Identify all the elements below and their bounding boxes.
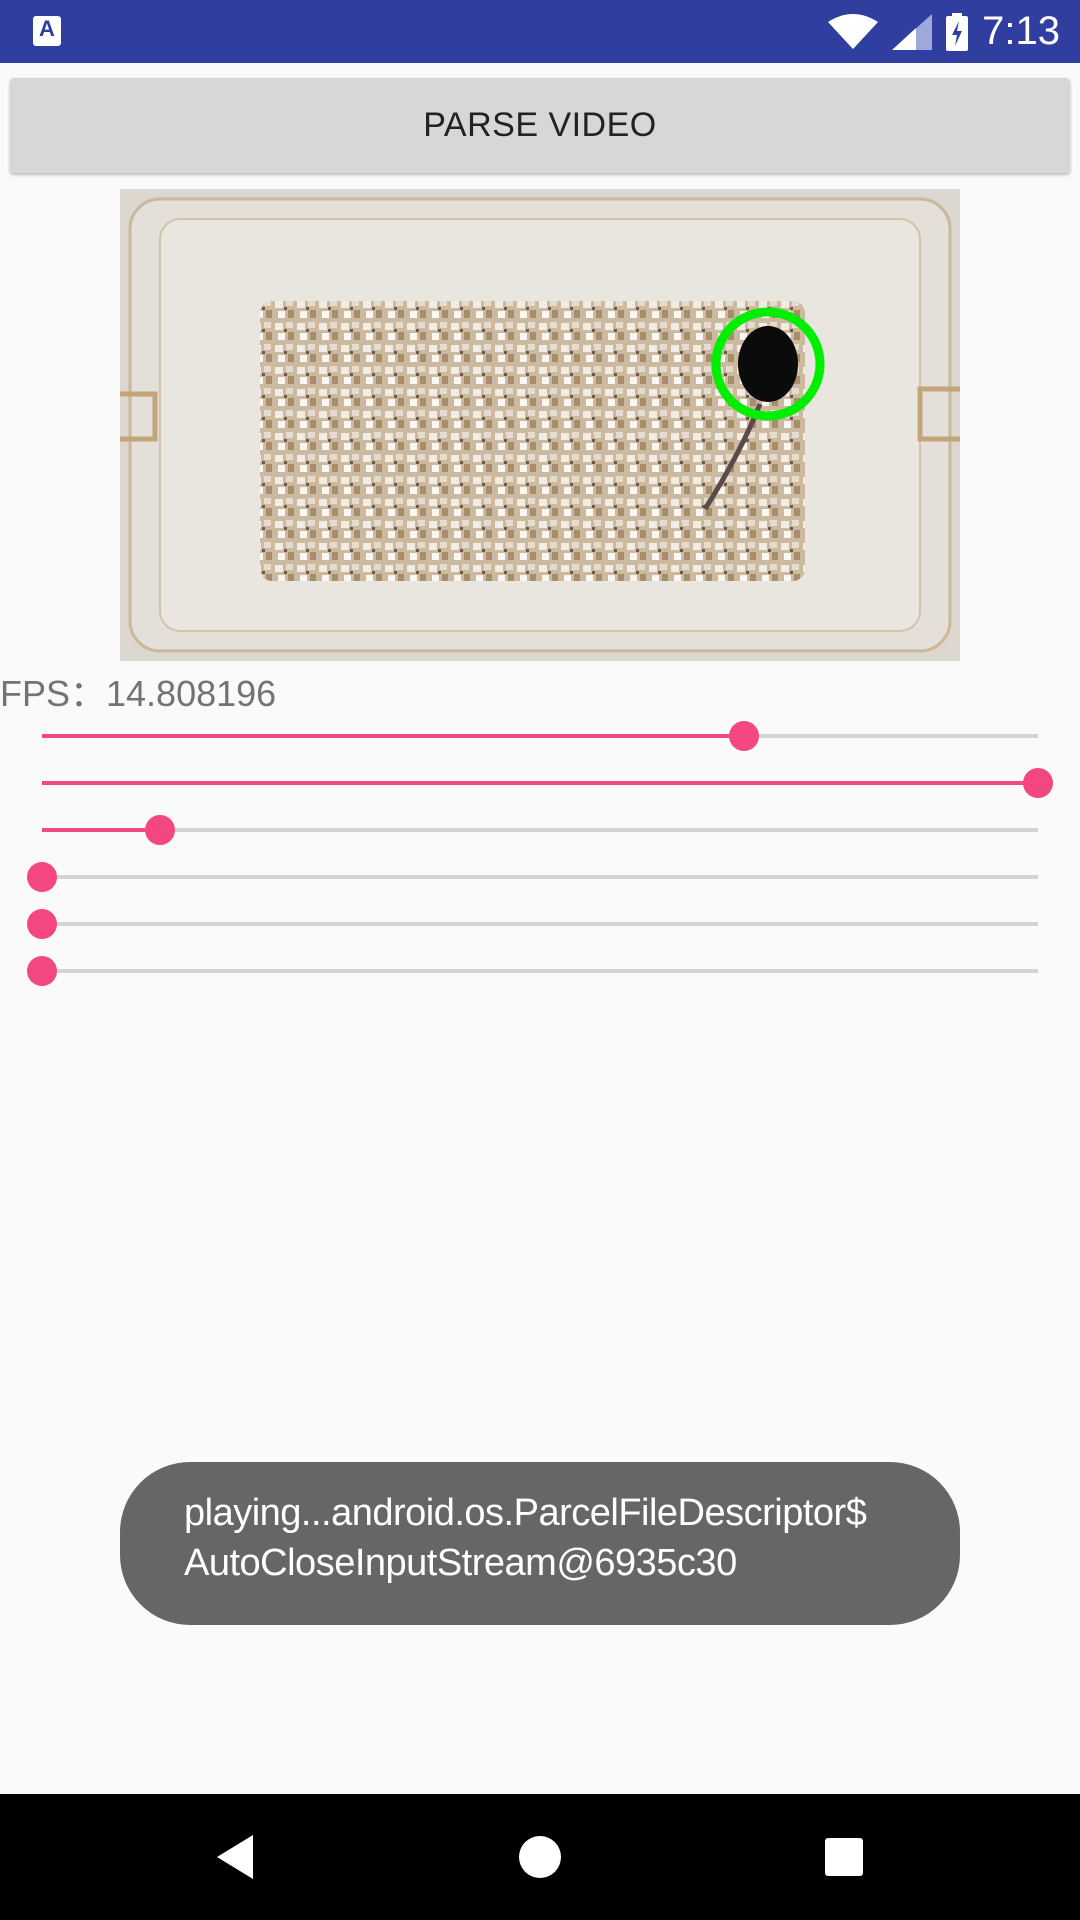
slider-1[interactable] xyxy=(42,716,1038,756)
slider-progress xyxy=(42,781,1038,785)
video-preview xyxy=(120,189,960,661)
fps-value: 14.808196 xyxy=(106,673,277,714)
slider-4[interactable] xyxy=(27,857,1038,897)
slider-track[interactable] xyxy=(42,875,1038,879)
home-icon xyxy=(519,1836,561,1878)
slider-track[interactable] xyxy=(42,969,1038,973)
video-frame-image xyxy=(120,189,960,661)
wifi-icon xyxy=(828,13,879,49)
cell-signal-icon xyxy=(892,13,933,50)
slider-2[interactable] xyxy=(42,763,1053,803)
battery-charging-icon xyxy=(946,12,969,51)
status-bar: A 7:13 xyxy=(0,0,1080,63)
fps-readout: FPS：14.808196 xyxy=(0,665,277,714)
slider-progress xyxy=(42,734,745,738)
slider-thumb[interactable] xyxy=(144,815,175,845)
recents-icon xyxy=(825,1838,863,1876)
slider-6[interactable] xyxy=(27,951,1038,991)
parse-video-button[interactable]: PARSE VIDEO xyxy=(10,78,1070,173)
slider-progress xyxy=(42,828,160,832)
status-time: 7:13 xyxy=(982,9,1060,53)
toast-line-2: AutoCloseInputStream@6935c30 xyxy=(184,1542,737,1584)
slider-thumb[interactable] xyxy=(729,721,760,751)
slider-thumb[interactable] xyxy=(1023,768,1053,798)
slider-track[interactable] xyxy=(42,922,1038,926)
slider-3[interactable] xyxy=(42,810,1038,850)
slider-thumb[interactable] xyxy=(27,862,57,892)
navigation-bar xyxy=(0,1794,1080,1920)
toast-line-1: playing...android.os.ParcelFileDescripto… xyxy=(184,1492,867,1534)
fps-label: FPS： xyxy=(0,673,107,714)
slider-thumb[interactable] xyxy=(27,909,57,939)
toast-message: playing...android.os.ParcelFileDescripto… xyxy=(120,1462,960,1625)
slider-5[interactable] xyxy=(27,904,1038,944)
back-icon xyxy=(217,1835,253,1879)
app-notification-icon: A xyxy=(33,16,61,46)
slider-thumb[interactable] xyxy=(27,956,57,986)
status-bar-right: 7:13 xyxy=(828,0,1060,63)
slider-track[interactable] xyxy=(42,828,1038,832)
back-button[interactable] xyxy=(172,1794,298,1920)
home-button[interactable] xyxy=(477,1794,603,1920)
recents-button[interactable] xyxy=(781,1794,907,1920)
